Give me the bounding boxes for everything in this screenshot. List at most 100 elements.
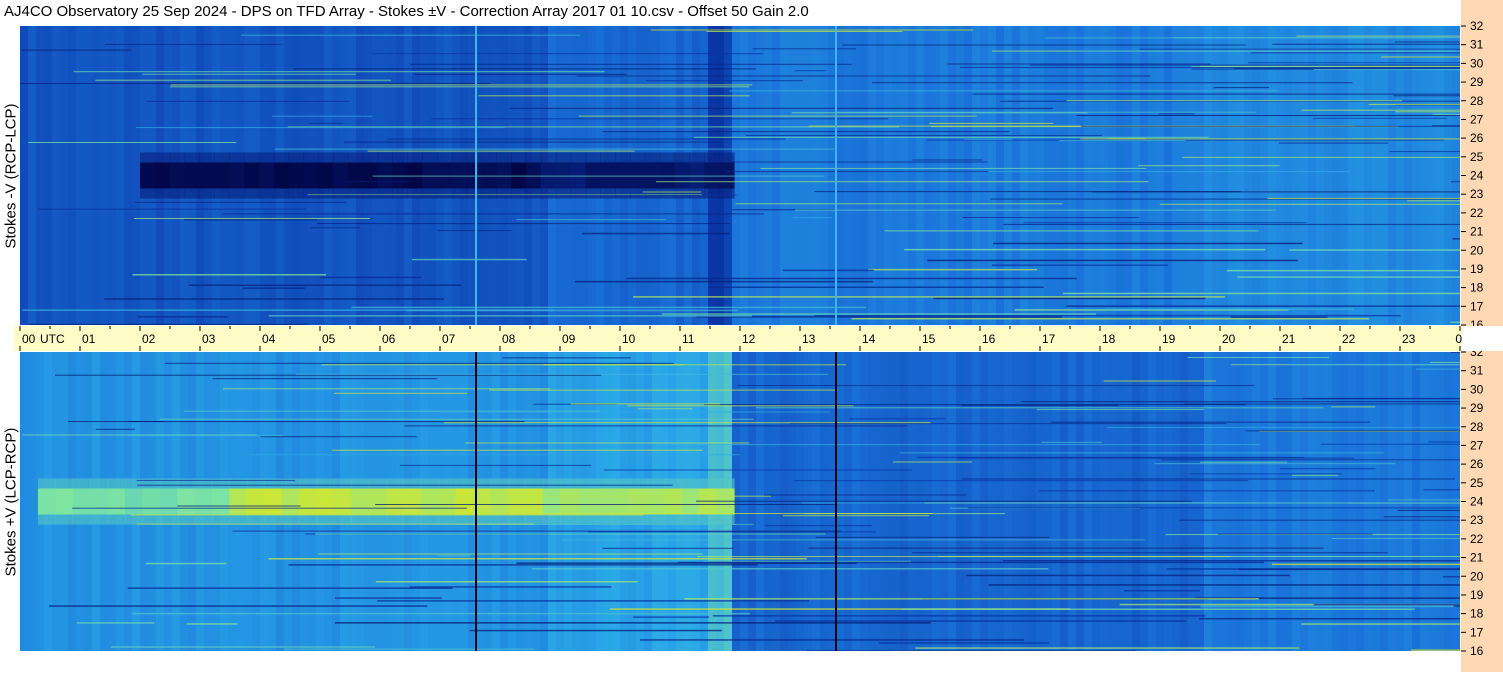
- frequency-band-edge: [541, 189, 556, 199]
- frequency-band: [160, 488, 178, 514]
- frequency-tick-label: 27: [1470, 112, 1484, 126]
- rfi-line: [241, 35, 580, 36]
- frequency-band: [675, 162, 690, 188]
- frequency-tick-label: 26: [1470, 131, 1484, 145]
- background-column: [1332, 26, 1341, 325]
- rfi-line: [1183, 157, 1460, 158]
- frequency-band: [600, 162, 615, 188]
- frequency-band-edge: [630, 189, 645, 199]
- frequency-band-edge: [369, 478, 387, 488]
- rfi-line: [849, 418, 946, 419]
- rfi-line: [387, 139, 785, 140]
- frequency-band-edge: [452, 189, 467, 199]
- background-column: [28, 352, 37, 651]
- background-column: [908, 26, 917, 325]
- rfi-line: [269, 558, 807, 560]
- rfi-line: [28, 142, 236, 143]
- frequency-band-edge: [333, 189, 348, 199]
- frequency-band: [378, 162, 393, 188]
- frequency-tick-label: 20: [1470, 243, 1484, 257]
- frequency-band-edge: [689, 152, 704, 162]
- rfi-line: [516, 219, 666, 220]
- background-column: [1116, 26, 1125, 325]
- frequency-band-edge: [490, 515, 508, 525]
- frequency-band: [615, 162, 630, 188]
- rfi-line: [962, 217, 1139, 218]
- frequency-tick-label: 17: [1470, 299, 1484, 313]
- rfi-line: [852, 318, 1369, 320]
- rfi-line: [1059, 140, 1185, 141]
- rfi-line: [893, 462, 972, 463]
- rfi-line: [842, 45, 1245, 46]
- frequency-band-edge: [719, 152, 734, 162]
- background-column: [1348, 26, 1357, 325]
- frequency-band: [496, 162, 511, 188]
- rfi-line: [431, 118, 888, 119]
- background-column: [1220, 26, 1229, 325]
- background-column: [68, 26, 77, 325]
- rfi-line: [973, 94, 1460, 95]
- background-column: [1180, 26, 1189, 325]
- frequency-band-edge: [511, 152, 526, 162]
- background-column: [44, 26, 53, 325]
- rfi-line: [1433, 114, 1460, 115]
- frequency-band-edge: [704, 152, 719, 162]
- frequency-band-edge: [318, 152, 333, 162]
- rfi-line: [678, 562, 1265, 564]
- background-column: [1372, 26, 1381, 325]
- background-column: [1292, 26, 1301, 325]
- rfi-line: [1154, 463, 1395, 464]
- rfi-line: [412, 259, 527, 261]
- frequency-band: [508, 488, 526, 514]
- rfi-line: [1140, 49, 1461, 50]
- rfi-line: [311, 227, 361, 228]
- frequency-tick-label: 19: [1470, 588, 1484, 602]
- time-tick-label: 21: [1282, 332, 1296, 346]
- rfi-line: [317, 223, 730, 224]
- frequency-band-edge: [55, 478, 73, 488]
- frequency-band-edge: [289, 189, 304, 199]
- frequency-band: [369, 488, 387, 514]
- rfi-line: [213, 378, 438, 379]
- background-column: [1356, 26, 1365, 325]
- rfi-line: [372, 53, 763, 54]
- frequency-band: [348, 162, 363, 188]
- rfi-line: [761, 168, 1147, 169]
- rfi-line: [1388, 499, 1460, 500]
- rfi-line: [147, 101, 350, 102]
- frequency-band-edge: [214, 189, 229, 199]
- frequency-band: [282, 488, 300, 514]
- frequency-band-edge: [140, 189, 155, 199]
- frequency-band-edge: [511, 189, 526, 199]
- frequency-band-edge: [274, 152, 289, 162]
- rfi-line: [571, 403, 720, 404]
- rfi-line: [1454, 605, 1461, 607]
- frequency-band-edge: [177, 515, 195, 525]
- rfi-line: [912, 160, 982, 161]
- frequency-band-edge: [316, 515, 334, 525]
- rfi-line: [105, 44, 281, 45]
- rfi-line: [915, 647, 1299, 649]
- frequency-band: [490, 488, 508, 514]
- frequency-band-edge: [577, 478, 595, 488]
- frequency-band: [630, 162, 645, 188]
- background-column: [1300, 26, 1309, 325]
- rfi-line: [159, 419, 753, 420]
- rfi-line: [77, 622, 155, 624]
- rfi-line: [1268, 198, 1461, 199]
- rfi-line: [1451, 352, 1460, 353]
- time-tick-label: 02: [142, 332, 156, 346]
- background-column: [1132, 26, 1141, 325]
- frequency-band: [421, 488, 439, 514]
- rfi-line: [626, 278, 1076, 280]
- frequency-band: [704, 162, 719, 188]
- frequency-band-edge: [318, 189, 333, 199]
- frequency-band-edge: [199, 152, 214, 162]
- rfi-line: [177, 506, 300, 507]
- rfi-line: [1245, 430, 1460, 431]
- frequency-band: [437, 162, 452, 188]
- rfi-line: [73, 71, 604, 72]
- frequency-band-edge: [155, 189, 170, 199]
- frequency-band: [316, 488, 334, 514]
- rfi-line: [207, 195, 737, 196]
